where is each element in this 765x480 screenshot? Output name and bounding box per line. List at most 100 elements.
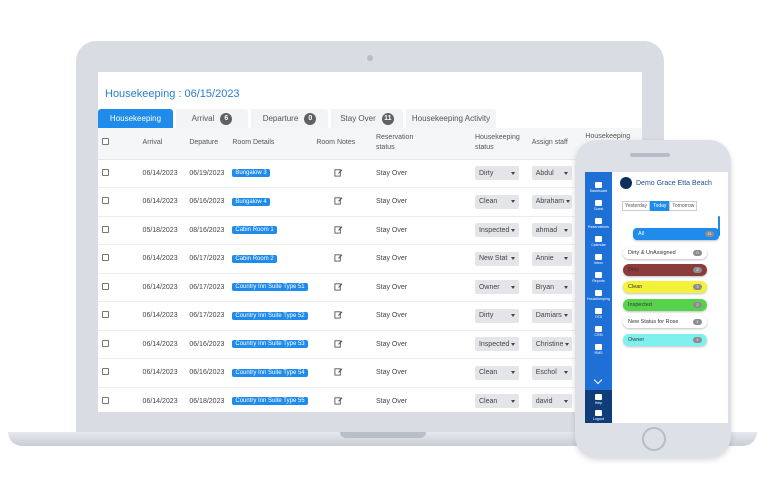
- assign-staff-select[interactable]: ahmad: [531, 223, 572, 238]
- tab-housekeeping[interactable]: Housekeeping: [98, 109, 173, 128]
- room-tag[interactable]: Cabin Room 2: [232, 254, 277, 263]
- edit-note-icon[interactable]: [334, 367, 344, 377]
- row-select-cell: [98, 302, 139, 331]
- tab-label: Stay Over: [340, 114, 376, 123]
- status-filter-inspected[interactable]: Inspected 2: [623, 299, 707, 311]
- edit-note-icon[interactable]: [334, 168, 344, 178]
- room-notes-cell: [312, 359, 372, 388]
- select-all-checkbox[interactable]: [102, 137, 109, 145]
- room-tag[interactable]: Cabin Room 1: [232, 226, 277, 235]
- column-header-reservation-status: Reservation status: [371, 128, 471, 160]
- room-details-cell: Cabin Room 2: [228, 245, 312, 274]
- row-checkbox[interactable]: [102, 225, 109, 233]
- sidebar-item-housekeeping[interactable]: Housekeeping: [585, 288, 612, 306]
- filter-label: Dirty & UnAssigned: [628, 250, 676, 256]
- sidebar-item-rms[interactable]: RMS: [585, 342, 612, 360]
- sidebar-item-dashboard[interactable]: Dashboard: [585, 180, 612, 198]
- housekeeping-status-select[interactable]: Inspected: [474, 223, 519, 238]
- assign-staff-select[interactable]: Bryan: [531, 280, 572, 295]
- edit-note-icon[interactable]: [334, 282, 344, 292]
- sidebar-item-inbox[interactable]: Inbox: [585, 252, 612, 270]
- housekeeping-status-select[interactable]: Clean: [474, 394, 519, 409]
- chevron-down-icon: [566, 200, 571, 204]
- housekeeping-status-select[interactable]: Owner: [474, 280, 519, 295]
- edit-note-icon[interactable]: [334, 396, 344, 406]
- sidebar-item-ota[interactable]: OTA: [585, 306, 612, 324]
- status-filter-owner[interactable]: Owner 1: [623, 334, 707, 346]
- housekeeping-status-select[interactable]: Inspected: [474, 337, 519, 352]
- row-checkbox[interactable]: [102, 282, 109, 290]
- edit-note-icon[interactable]: [334, 339, 344, 349]
- status-filter-dirty-unassigned[interactable]: Dirty & UnAssigned 0: [623, 247, 707, 259]
- status-filter-new-status-for-rose[interactable]: New Status for Rose 1: [623, 316, 707, 328]
- tab-tomorrow[interactable]: Tomorrow: [669, 201, 698, 211]
- assign-staff-select[interactable]: david: [531, 394, 572, 409]
- sidebar-item-label: OTA: [594, 315, 603, 319]
- tab-departure[interactable]: Departure 0: [251, 109, 328, 128]
- assign-staff-select[interactable]: Damiars: [531, 308, 572, 323]
- edit-note-icon[interactable]: [334, 310, 344, 320]
- tab-today[interactable]: Today: [650, 201, 670, 211]
- room-tag[interactable]: Bungalow 3: [232, 169, 270, 178]
- assign-staff-select[interactable]: Annie: [531, 251, 572, 266]
- laptop-camera: [367, 55, 373, 61]
- room-tag[interactable]: Country Inn Suite Type 53: [232, 340, 308, 349]
- tab-yesterday[interactable]: Yesterday: [622, 201, 651, 211]
- status-filter-all[interactable]: All 11: [633, 228, 719, 240]
- sidebar-item-reports[interactable]: Reports: [585, 270, 612, 288]
- column-header-room-notes: Room Notes: [312, 128, 372, 160]
- chevron-down-icon: [563, 171, 568, 175]
- sidebar-item-guest[interactable]: Guest: [585, 198, 612, 216]
- housekeeping-status-select[interactable]: Clean: [474, 194, 519, 209]
- housekeeping-status-select[interactable]: Clean: [474, 365, 519, 380]
- filter-label: Clean: [628, 284, 643, 290]
- selected-value: Eschol: [535, 369, 557, 377]
- logout-icon: [595, 410, 602, 416]
- housekeeping-status-select[interactable]: New Stat: [474, 251, 519, 266]
- row-checkbox[interactable]: [102, 311, 109, 319]
- edit-note-icon[interactable]: [334, 253, 344, 263]
- status-filter-dirty[interactable]: Dirty 2: [623, 264, 707, 276]
- reservation-status: Stay Over: [375, 397, 408, 405]
- room-tag[interactable]: Country Inn Suite Type 51: [232, 283, 308, 292]
- mobile-day-tabs: Yesterday Today Tomorrow: [622, 201, 698, 211]
- housekeeping-status-select[interactable]: Dirty: [474, 308, 519, 323]
- sidebar-item-label: Dashboard: [589, 189, 608, 193]
- tab-arrival[interactable]: Arrival 6: [176, 109, 248, 128]
- room-tag[interactable]: Country Inn Suite Type 54: [232, 368, 308, 377]
- sidebar-item-reservations[interactable]: Reservations: [585, 216, 612, 234]
- housekeeping-status-cell: Dirty: [471, 159, 528, 188]
- assign-staff-select[interactable]: Christine: [531, 337, 572, 352]
- room-notes-cell: [312, 188, 372, 217]
- reservation-status: Stay Over: [375, 169, 408, 177]
- assign-staff-cell: Abraham: [528, 188, 582, 217]
- housekeeping-status-select[interactable]: Dirty: [474, 166, 519, 181]
- assign-staff-select[interactable]: Abraham: [531, 194, 572, 209]
- row-checkbox[interactable]: [102, 368, 109, 376]
- assign-staff-select[interactable]: Abdul: [531, 166, 572, 181]
- row-checkbox[interactable]: [102, 396, 109, 404]
- tab-stay-over[interactable]: Stay Over 11: [331, 109, 403, 128]
- room-tag[interactable]: Country Inn Suite Type 55: [232, 397, 308, 406]
- room-tag[interactable]: Country Inn Suite Type 52: [232, 311, 308, 320]
- departure-date: 08/16/2023: [189, 226, 225, 234]
- table-body: 06/14/2023 06/19/2023 Bungalow 3 Stay Over D…: [98, 159, 642, 412]
- row-checkbox[interactable]: [102, 254, 109, 262]
- room-notes-cell: [312, 387, 372, 412]
- sidebar-item-logout[interactable]: Logout: [585, 408, 612, 423]
- room-tag[interactable]: Bungalow 4: [232, 197, 270, 206]
- assign-staff-select[interactable]: Eschol: [531, 365, 572, 380]
- phone-screen: Dashboard Guest Reservations Calendar Inbox R…: [585, 172, 728, 423]
- chevron-down-icon[interactable]: [593, 375, 603, 385]
- row-checkbox[interactable]: [102, 339, 109, 347]
- sidebar-item-crm[interactable]: CRM: [585, 324, 612, 342]
- phone-home-button[interactable]: [642, 427, 666, 451]
- row-checkbox[interactable]: [102, 168, 109, 176]
- sidebar-item-calendar[interactable]: Calendar: [585, 234, 612, 252]
- tab-housekeeping-activity[interactable]: Housekeeping Activity: [406, 109, 496, 128]
- edit-note-icon[interactable]: [334, 225, 344, 235]
- edit-note-icon[interactable]: [334, 196, 344, 206]
- row-checkbox[interactable]: [102, 197, 109, 205]
- status-filter-clean[interactable]: Clean 3: [623, 281, 707, 293]
- filter-label: All: [638, 231, 645, 237]
